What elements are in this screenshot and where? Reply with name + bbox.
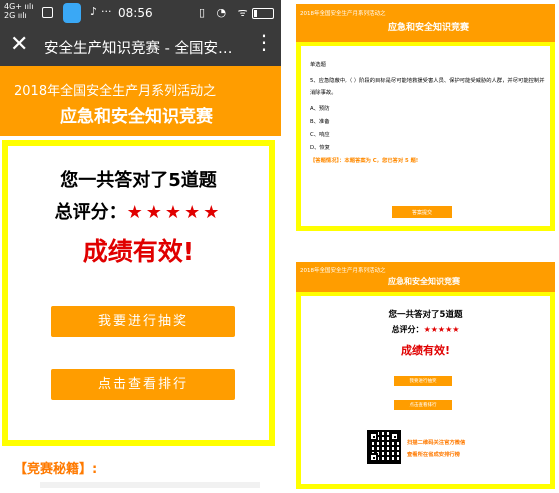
star-rating: ★★★★★ [423,325,460,334]
submit-answer-button[interactable]: 答案提交 [392,206,452,218]
header-subtitle: 2018年全国安全生产月系列活动之 [300,268,386,274]
qr-caption-line2: 查看所在省成安排行榜 [407,452,460,458]
question-panel: 单选题 5、应急隐蔽中,（ ）阶段的目标是尽可能地救援受害人员、保护可能受威胁的… [301,46,550,226]
phone-screenshot: 4G+ ıılı 2G ıılı ♪ ··· 08:56 ▯ ◔ ᯤ ✕ 安全生… [0,0,281,493]
header-title: 应急和安全知识竞赛 [388,277,460,286]
option-d[interactable]: D、恢复 [310,143,330,151]
result-status: 成绩有效! [400,344,451,357]
submit-answer-label: 答案提交 [411,210,432,216]
result-panel: 您一共答对了5道题 总评分：★★★★★ 成绩有效! 我要进行抽奖 点击查看排行 … [301,296,550,484]
app-badge-icon [63,3,81,23]
view-ranking-button[interactable]: 点击查看排行 [394,400,452,410]
status-time: 08:56 [118,6,153,20]
banner-title: 应急和安全知识竞赛 [60,107,213,127]
question-text: 5、应急隐蔽中,（ ）阶段的目标是尽可能地救援受害人员、保护可能受威胁的人群，并… [310,78,545,84]
status-bar: 4G+ ıılı 2G ıılı ♪ ··· 08:56 ▯ ◔ ᯤ [0,0,281,26]
more-notifications-icon: ··· [101,5,112,18]
lottery-button-label: 我要进行抽奖 [409,379,437,384]
question-screen-thumbnail: 2018年全国安全生产月系列活动之 应急和安全知识竞赛 单选题 5、应急隐蔽中,… [296,4,555,231]
notification-icon [42,7,53,18]
header-title: 应急和安全知识竞赛 [388,23,470,33]
result-card: 您一共答对了5道题 总评分：★★★★★ 成绩有效! 我要进行抽奖 点击查看排行 [2,140,275,446]
banner: 2018年全国安全生产月系列活动之 应急和安全知识竞赛 [0,66,281,136]
score-label: 总评分： [54,202,127,223]
option-b[interactable]: B、准备 [310,117,330,125]
question-text-cont: 消除事故。 [310,90,337,96]
question-header: 2018年全国安全生产月系列活动之 应急和安全知识竞赛 [296,4,555,42]
lottery-button[interactable]: 我要进行抽奖 [394,376,452,386]
cutoff-text [40,482,260,488]
signal-indicator: 4G+ ıılı 2G ıılı [4,2,34,20]
result-screen-thumbnail: 2018年全国安全生产月系列活动之 应急和安全知识竞赛 您一共答对了5道题 总评… [296,262,555,489]
header-subtitle: 2018年全国安全生产月系列活动之 [300,11,386,17]
correct-count: 您一共答对了5道题 [388,310,463,320]
score-line: 总评分：★★★★★ [8,198,269,224]
option-c[interactable]: C、响应 [310,130,330,138]
banner-subtitle: 2018年全国安全生产月系列活动之 [14,84,217,99]
bell-icon: ♪ [90,5,98,18]
option-a[interactable]: A、预防 [310,104,330,112]
star-rating: ★★★★★ [126,202,223,223]
question-type: 单选题 [310,62,326,68]
close-icon[interactable]: ✕ [10,34,28,56]
battery-icon [252,8,274,19]
qr-caption-line1: 扫描二维码关注官方微信 [407,440,466,446]
result-status: 成绩有效! [82,237,195,266]
lottery-button[interactable]: 我要进行抽奖 [51,306,235,337]
page-title: 安全生产知识竞赛 - 全国安… [44,41,233,57]
score-line: 总评分：★★★★★ [301,324,550,335]
answer-feedback: 【答题情况】：本题答案为 C，您已答对 5 题! [310,158,419,164]
view-ranking-button[interactable]: 点击查看排行 [51,369,235,400]
score-label: 总评分： [391,325,424,334]
more-options-icon[interactable]: ⋮ [254,32,274,52]
status-icons: ▯ ◔ ᯤ [199,6,252,19]
title-bar: ✕ 安全生产知识竞赛 - 全国安… ⋮ [0,26,281,66]
correct-count: 您一共答对了5道题 [60,170,217,191]
qr-code-icon [367,430,401,464]
tips-heading: 【竞赛秘籍】: [14,462,98,477]
result-header: 2018年全国安全生产月系列活动之 应急和安全知识竞赛 [296,262,555,292]
view-ranking-label: 点击查看排行 [409,403,437,408]
